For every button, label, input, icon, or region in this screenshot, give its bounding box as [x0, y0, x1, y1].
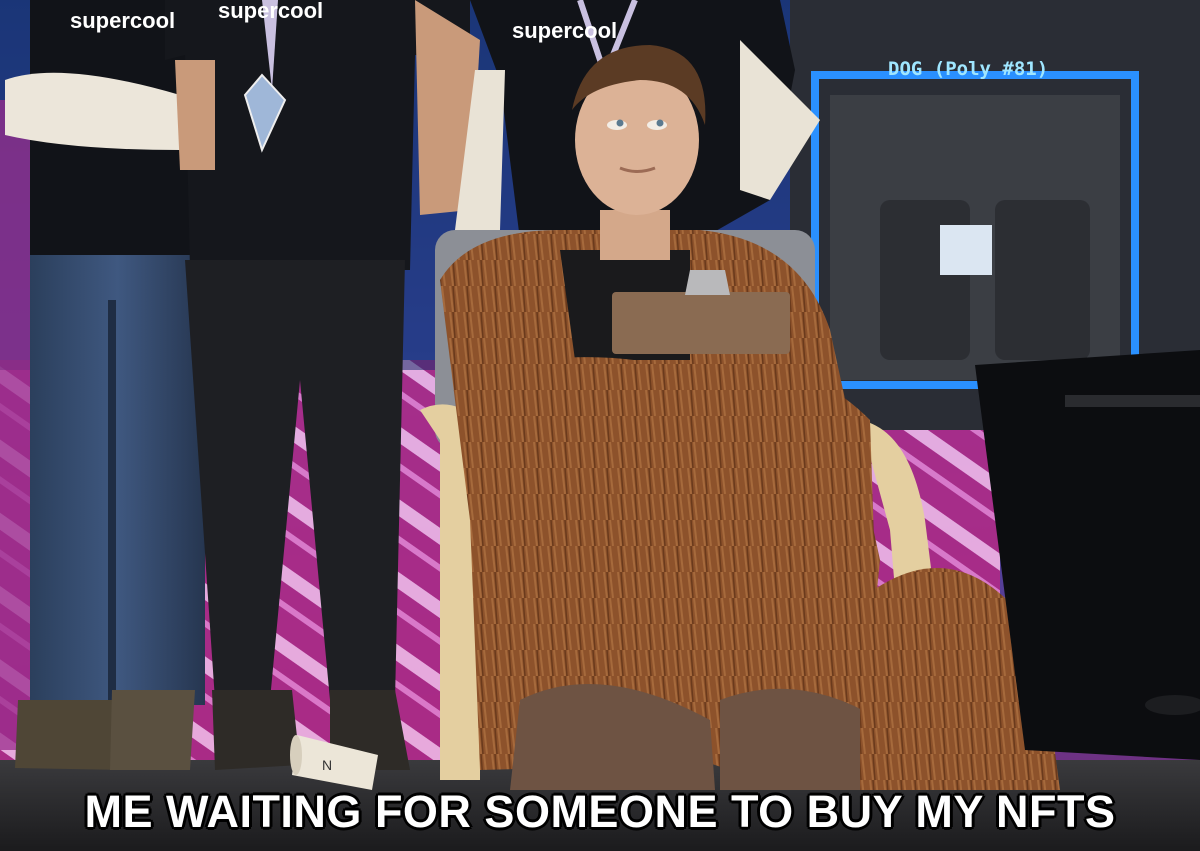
meme-image: DOG (Poly #81) N supercool supercool sup…: [0, 0, 1200, 851]
shirt-text-back: supercool: [512, 18, 617, 43]
shirt-text-left: supercool: [70, 8, 175, 33]
cup-text: N: [322, 757, 332, 773]
person-left: [5, 0, 205, 770]
clipboard: [612, 292, 790, 354]
shirt-text-middle: supercool: [218, 0, 323, 23]
meme-caption: ME WAITING FOR SOMEONE TO BUY MY NFTS: [84, 786, 1116, 837]
screen-label: DOG (Poly #81): [888, 58, 1048, 80]
photo: DOG (Poly #81) N supercool supercool sup…: [0, 0, 1200, 851]
